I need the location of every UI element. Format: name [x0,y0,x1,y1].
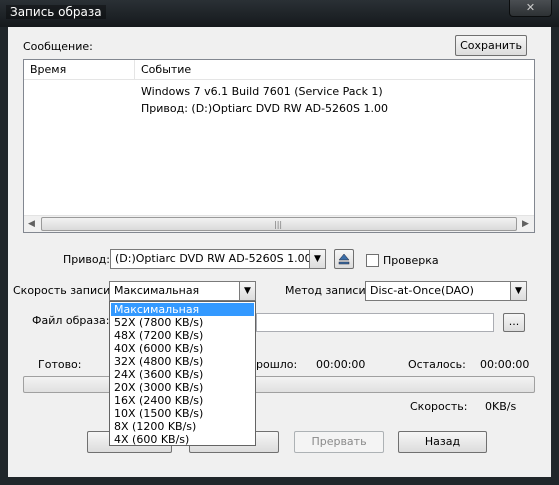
log-list[interactable]: Время Событие Windows 7 v6.1 Build 7601 … [23,59,535,233]
chevron-down-icon[interactable]: ▼ [309,250,325,268]
horizontal-scrollbar[interactable]: ◀ ||| ▶ [24,215,534,232]
back-button[interactable]: Назад [398,431,487,453]
speed-option[interactable]: 52X (7800 KB/s) [111,316,254,329]
speed-option[interactable]: 16X (2400 KB/s) [111,394,254,407]
image-file-label: Файл образа: [32,314,110,327]
chevron-down-icon[interactable]: ▼ [239,282,255,300]
speed-status-label: Скорость: [410,400,468,413]
speed-status-value: 0KB/s [485,400,517,413]
speed-option[interactable]: 32X (4800 KB/s) [111,355,254,368]
column-header-event[interactable]: Событие [134,60,534,80]
scroll-right-icon[interactable]: ▶ [522,219,529,229]
speed-option[interactable]: 4X (600 KB/s) [111,433,254,446]
verify-label: Проверка [383,254,439,267]
column-header-time[interactable]: Время [24,60,134,80]
speed-option[interactable]: 8X (1200 KB/s) [111,420,254,433]
grip-icon: ||| [274,220,283,229]
message-label: Сообщение: [23,40,93,53]
save-button[interactable]: Сохранить [455,35,527,56]
log-row-event: Windows 7 v6.1 Build 7601 (Service Pack … [141,85,383,98]
progress-bar [23,376,535,393]
speed-option[interactable]: 20X (3000 KB/s) [111,381,254,394]
close-button[interactable]: ✕ [509,0,552,17]
image-file-input[interactable] [256,313,494,332]
remaining-value: 00:00:00 [480,358,530,371]
speed-option[interactable]: 40X (6000 KB/s) [111,342,254,355]
window-title: Запись образа [6,5,106,19]
speed-option[interactable]: Максимальная [111,303,254,316]
speed-option[interactable]: 10X (1500 KB/s) [111,407,254,420]
method-label: Метод записи: [285,284,370,297]
speed-label: Скорость записи: [13,284,115,297]
scroll-left-icon[interactable]: ◀ [28,219,35,229]
drive-select[interactable]: (D:)Optiarc DVD RW AD-5260S 1.00 ▼ [110,249,326,269]
method-select-value: Disc-at-Once(DAO) [370,284,474,297]
verify-checkbox[interactable] [366,254,379,267]
speed-select-value: Максимальная [114,284,200,297]
browse-button[interactable]: ... [503,313,525,332]
drive-label: Привод: [63,253,110,266]
speed-dropdown-list[interactable]: Максимальная 52X (7800 KB/s) 48X (7200 KB/… [109,301,256,446]
abort-button[interactable]: Прервать [294,431,384,453]
window-border-bottom [0,477,559,485]
scroll-thumb[interactable]: ||| [41,217,517,231]
elapsed-label: рошло: [256,358,298,371]
ready-label: Готово: [38,358,82,371]
speed-option[interactable]: 24X (3600 KB/s) [111,368,254,381]
chevron-down-icon[interactable]: ▼ [510,282,526,300]
elapsed-value: 00:00:00 [316,358,366,371]
remaining-label: Осталось: [408,358,466,371]
window-border-left [0,27,8,485]
drive-select-value: (D:)Optiarc DVD RW AD-5260S 1.00 [115,252,312,265]
method-select[interactable]: Disc-at-Once(DAO) ▼ [365,281,527,301]
log-row-event: Привод: (D:)Optiarc DVD RW AD-5260S 1.00 [141,102,389,115]
speed-option[interactable]: 48X (7200 KB/s) [111,329,254,342]
eject-button[interactable] [334,249,354,269]
window-border-right [551,27,559,485]
eject-icon [338,253,350,265]
speed-select[interactable]: Максимальная ▼ [109,281,256,301]
